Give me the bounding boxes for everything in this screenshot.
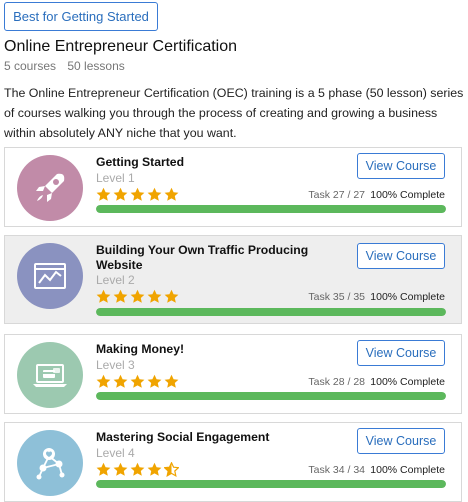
view-course-button[interactable]: View Course	[357, 428, 445, 454]
star-icon	[113, 289, 128, 303]
course-level: Level 3	[96, 358, 135, 372]
progress-bar-fill	[96, 392, 446, 400]
certification-description: The Online Entrepreneur Certification (O…	[4, 86, 464, 140]
star-icon	[96, 462, 111, 476]
star-icon	[96, 187, 111, 201]
star-half-icon	[164, 462, 179, 477]
progress-bar	[96, 392, 446, 400]
course-card-social-engagement: Mastering Social Engagement Level 4 Task…	[4, 422, 462, 502]
star-icon	[130, 462, 145, 476]
progress-bar-fill	[96, 205, 446, 213]
course-level: Level 2	[96, 273, 135, 287]
star-icon	[147, 289, 162, 303]
rating-stars	[96, 374, 179, 389]
course-level: Level 4	[96, 446, 135, 460]
star-icon	[164, 187, 179, 201]
course-count: 5 courses	[4, 59, 57, 73]
view-course-button[interactable]: View Course	[357, 243, 445, 269]
progress-bar	[96, 205, 446, 213]
rating-stars	[96, 289, 179, 304]
task-count: Task 27 / 27	[308, 189, 365, 201]
complete-percentage: 100% Complete	[370, 464, 445, 476]
star-icon	[113, 374, 128, 388]
rating-stars	[96, 187, 179, 202]
website-chart-icon	[17, 243, 83, 309]
star-icon	[130, 374, 145, 388]
star-icon	[164, 374, 179, 388]
progress-bar-fill	[96, 308, 446, 316]
course-card-traffic-website: Building Your Own Traffic Producing Webs…	[4, 235, 462, 324]
complete-percentage: 100% Complete	[370, 291, 445, 303]
star-icon	[113, 462, 128, 476]
course-title: Building Your Own Traffic Producing Webs…	[96, 243, 309, 272]
social-network-icon	[17, 430, 83, 496]
star-icon	[164, 289, 179, 303]
complete-percentage: 100% Complete	[370, 189, 445, 201]
task-count: Task 34 / 34	[308, 464, 365, 476]
course-title: Mastering Social Engagement	[96, 430, 270, 444]
course-meta: 5 courses 50 lessons	[4, 59, 125, 73]
progress-bar	[96, 308, 446, 316]
page-title: Online Entrepreneur Certification	[4, 38, 238, 55]
task-count: Task 35 / 35	[308, 291, 365, 303]
task-count: Task 28 / 28	[308, 376, 365, 388]
star-icon	[130, 289, 145, 303]
best-for-getting-started-button[interactable]: Best for Getting Started	[4, 2, 158, 31]
course-level: Level 1	[96, 171, 135, 185]
star-icon	[147, 374, 162, 388]
star-icon	[113, 187, 128, 201]
laptop-payment-icon	[17, 342, 83, 408]
course-card-making-money: Making Money! Level 3 Task 28 / 28 100% …	[4, 334, 462, 414]
course-title: Making Money!	[96, 342, 185, 356]
complete-percentage: 100% Complete	[370, 376, 445, 388]
rocket-icon	[17, 155, 83, 221]
star-icon	[130, 187, 145, 201]
course-title: Getting Started	[96, 155, 185, 169]
progress-bar-fill	[96, 480, 446, 488]
star-icon	[96, 374, 111, 388]
progress-bar	[96, 480, 446, 488]
view-course-button[interactable]: View Course	[357, 340, 445, 366]
star-icon	[96, 289, 111, 303]
star-icon	[147, 187, 162, 201]
lesson-count: 50 lessons	[67, 59, 125, 73]
star-icon	[147, 462, 162, 476]
rating-stars	[96, 462, 179, 477]
view-course-button[interactable]: View Course	[357, 153, 445, 179]
course-card-getting-started: Getting Started Level 1 Task 27 / 27 100…	[4, 147, 462, 227]
